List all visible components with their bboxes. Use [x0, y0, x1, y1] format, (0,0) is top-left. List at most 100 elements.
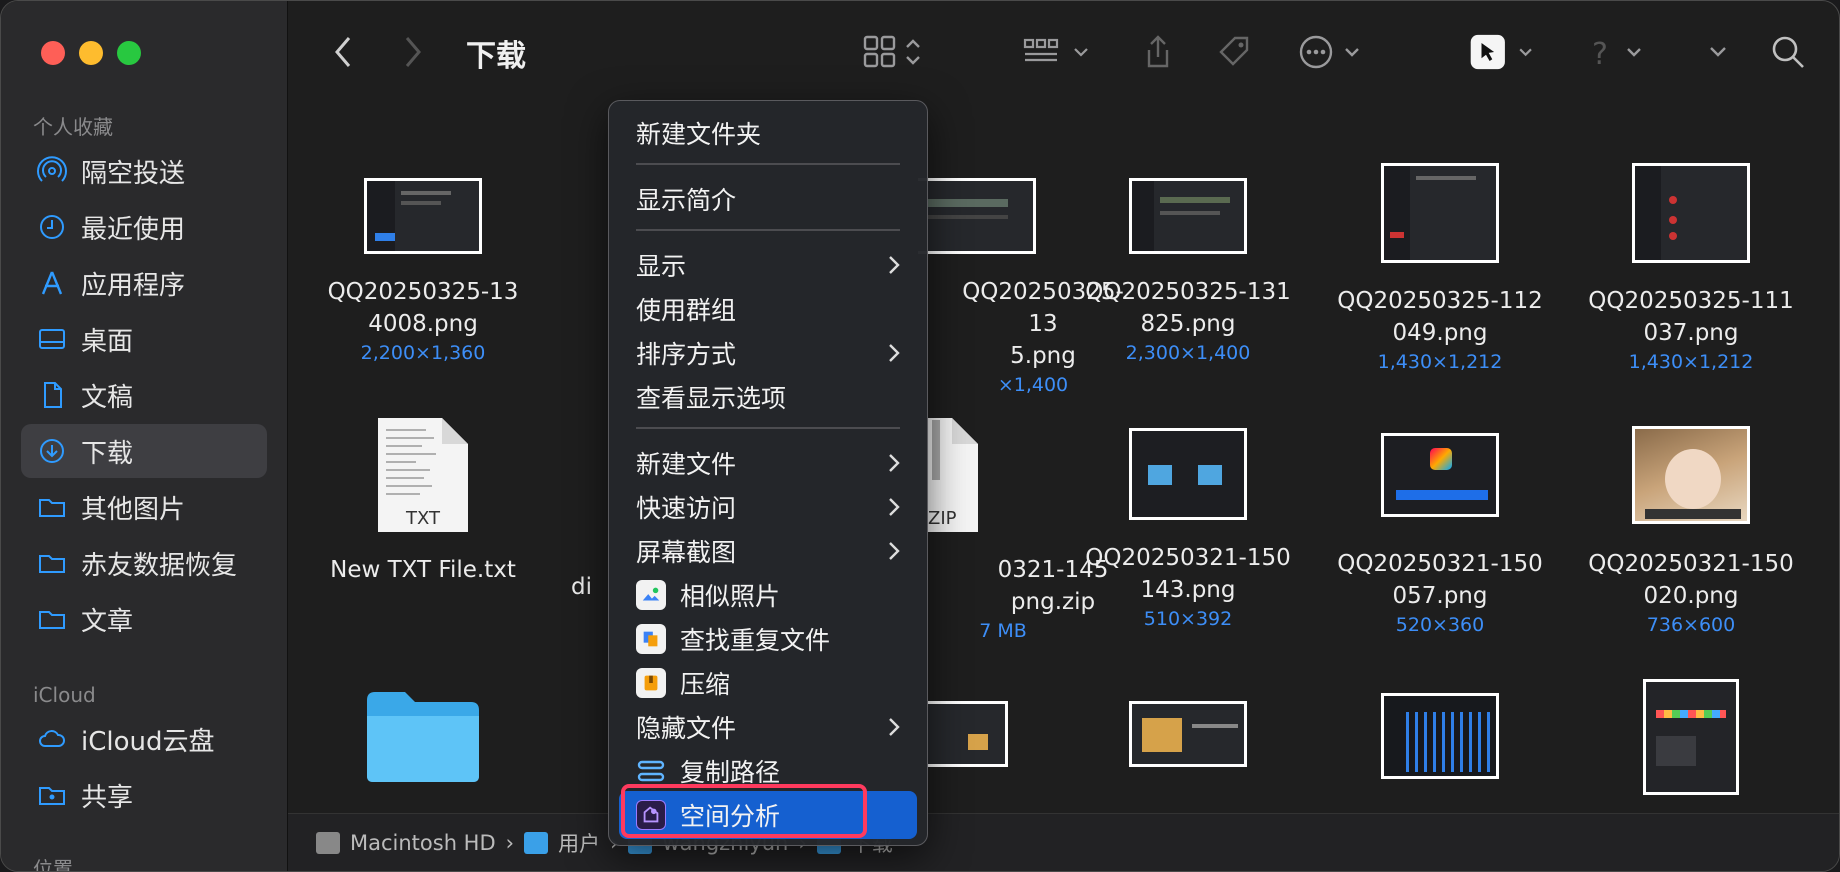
menu-item-sort-by[interactable]: 排序方式 — [636, 333, 907, 373]
sidebar-item-recents[interactable]: 最近使用 — [21, 200, 267, 254]
path-bar: Macintosh HD › 用户 › wangzhiyun › 下载 — [288, 813, 1839, 871]
folder-icon — [37, 604, 67, 634]
file-item[interactable]: QQ20250321-150 057.png 520×360 — [1325, 433, 1555, 638]
shared-folder-icon — [37, 780, 67, 810]
tag-button[interactable] — [1213, 29, 1257, 75]
file-thumbnail — [918, 178, 1036, 254]
file-thumbnail — [1129, 701, 1247, 767]
sidebar-item-label: iCloud云盘 — [81, 726, 215, 757]
sidebar-item-label: 下载 — [81, 438, 134, 469]
sidebar-item-data-recovery[interactable]: 赤友数据恢复 — [21, 536, 267, 590]
file-thumbnail — [1381, 693, 1499, 779]
minimize-button[interactable] — [79, 41, 103, 65]
file-item[interactable]: QQ20250325-112 049.png 1,430×1,212 — [1325, 163, 1555, 375]
menu-item-label: 显示简介 — [636, 186, 737, 215]
zip-file-icon: ZIP — [928, 418, 978, 532]
file-meta: 1,430×1,212 — [1377, 351, 1503, 373]
cursor-app-icon — [1470, 34, 1532, 70]
path-segment[interactable]: Macintosh HD — [350, 831, 496, 855]
menu-item-hidden-files[interactable]: 隐藏文件 — [636, 707, 907, 747]
grid-view-icon — [863, 35, 920, 68]
menu-item-label: 压缩 — [680, 670, 731, 699]
menu-item-quick-access[interactable]: 快速访问 — [636, 487, 907, 527]
file-item[interactable]: QQ20250321-150 143.png 510×392 — [1073, 428, 1303, 632]
sidebar-item-desktop[interactable]: 桌面 — [21, 312, 267, 366]
window-controls — [41, 41, 141, 65]
menu-item-compress[interactable]: 压缩 — [636, 663, 907, 703]
help-button[interactable]: ? — [1590, 29, 1654, 75]
file-thumbnail — [1632, 163, 1750, 263]
search-button[interactable] — [1768, 29, 1808, 75]
folder-icon — [367, 692, 479, 782]
menu-item-label: 显示 — [636, 252, 687, 281]
menu-item-screenshot[interactable]: 屏幕截图 — [636, 531, 907, 571]
sidebar-item-label: 隔空投送 — [81, 158, 186, 189]
compress-icon — [636, 668, 666, 698]
file-item[interactable] — [1325, 693, 1555, 779]
chevron-right-icon — [889, 498, 900, 516]
chevron-right-icon — [889, 256, 900, 274]
menu-item-new-file[interactable]: 新建文件 — [636, 443, 907, 483]
extension-button[interactable] — [1466, 29, 1542, 75]
file-item[interactable]: QQ20250325-13 4008.png 2,200×1,360 — [308, 178, 538, 366]
toolbar-overflow-button[interactable] — [1700, 29, 1736, 75]
menu-item-show[interactable]: 显示 — [636, 245, 907, 285]
locations-header: 位置 — [33, 857, 73, 872]
share-button[interactable] — [1138, 29, 1178, 75]
file-item[interactable] — [1576, 679, 1806, 795]
file-meta: 2,300×1,400 — [1125, 342, 1251, 364]
file-item[interactable]: QQ20250321-150 020.png 736×600 — [1576, 426, 1806, 638]
file-item[interactable]: QQ20250325-131 825.png 2,300×1,400 — [1073, 178, 1303, 366]
sidebar-item-icloud-drive[interactable]: iCloud云盘 — [21, 712, 267, 766]
menu-item-similar-photos[interactable]: 相似照片 — [636, 575, 907, 615]
folder-icon — [37, 492, 67, 522]
toolbar: 下载 ? — [288, 1, 1839, 101]
menu-item-view-options[interactable]: 查看显示选项 — [636, 377, 907, 417]
sidebar-item-label: 其他图片 — [81, 494, 186, 525]
menu-item-duplicate-finder[interactable]: 查找重复文件 — [636, 619, 907, 659]
chevron-left-icon — [335, 37, 351, 67]
sidebar-item-articles[interactable]: 文章 — [21, 592, 267, 646]
forward-button[interactable] — [398, 29, 428, 75]
menu-item-label: 排序方式 — [636, 340, 737, 369]
sidebar-item-airdrop[interactable]: 隔空投送 — [21, 144, 267, 198]
file-name: QQ20250325-131 825.png — [1085, 279, 1291, 337]
favorites-header: 个人收藏 — [33, 115, 113, 139]
sidebar-item-documents[interactable]: 文稿 — [21, 368, 267, 422]
context-menu: 新建文件夹 显示简介 显示 使用群组 排序方式 查看显示选项 新建文件 快速访问… — [608, 100, 928, 846]
sidebar-item-other-pictures[interactable]: 其他图片 — [21, 480, 267, 534]
sidebar-item-applications[interactable]: 应用程序 — [21, 256, 267, 310]
file-item[interactable] — [308, 686, 538, 786]
path-separator-icon: › — [505, 830, 515, 855]
more-actions-button[interactable] — [1298, 29, 1370, 75]
menu-item-label: 查看显示选项 — [636, 384, 787, 413]
file-thumbnail — [1129, 428, 1247, 520]
highlight-outline — [621, 784, 867, 838]
sidebar-item-label: 桌面 — [81, 326, 134, 357]
hard-drive-icon — [316, 831, 340, 854]
menu-item-use-groups[interactable]: 使用群组 — [636, 289, 907, 329]
file-item[interactable] — [1073, 701, 1303, 767]
apps-icon — [37, 268, 67, 298]
file-name: QQ20250325-111 037.png — [1588, 288, 1794, 346]
menu-item-label: 查找重复文件 — [680, 626, 831, 655]
search-icon — [1772, 36, 1804, 68]
zoom-button[interactable] — [117, 41, 141, 65]
path-segment[interactable]: 用户 — [558, 828, 600, 858]
file-item[interactable]: TXT New TXT File.txt — [308, 416, 538, 586]
sidebar-item-shared[interactable]: 共享 — [21, 768, 267, 822]
window-title: 下载 — [466, 39, 526, 74]
menu-item-label: 相似照片 — [680, 582, 781, 611]
menu-item-new-folder[interactable]: 新建文件夹 — [636, 113, 907, 153]
file-item[interactable]: QQ20250325-111 037.png 1,430×1,212 — [1576, 163, 1806, 375]
menu-item-get-info[interactable]: 显示简介 — [636, 179, 907, 219]
sidebar-item-label: 最近使用 — [81, 214, 186, 245]
sidebar-item-downloads[interactable]: 下载 — [21, 424, 267, 478]
close-button[interactable] — [41, 41, 65, 65]
txt-file-icon: TXT — [378, 418, 468, 532]
back-button[interactable] — [328, 29, 358, 75]
group-button[interactable] — [1023, 29, 1099, 75]
sidebar-item-label: 应用程序 — [81, 270, 186, 301]
view-mode-button[interactable] — [863, 29, 933, 75]
txt-badge: TXT — [405, 508, 441, 529]
